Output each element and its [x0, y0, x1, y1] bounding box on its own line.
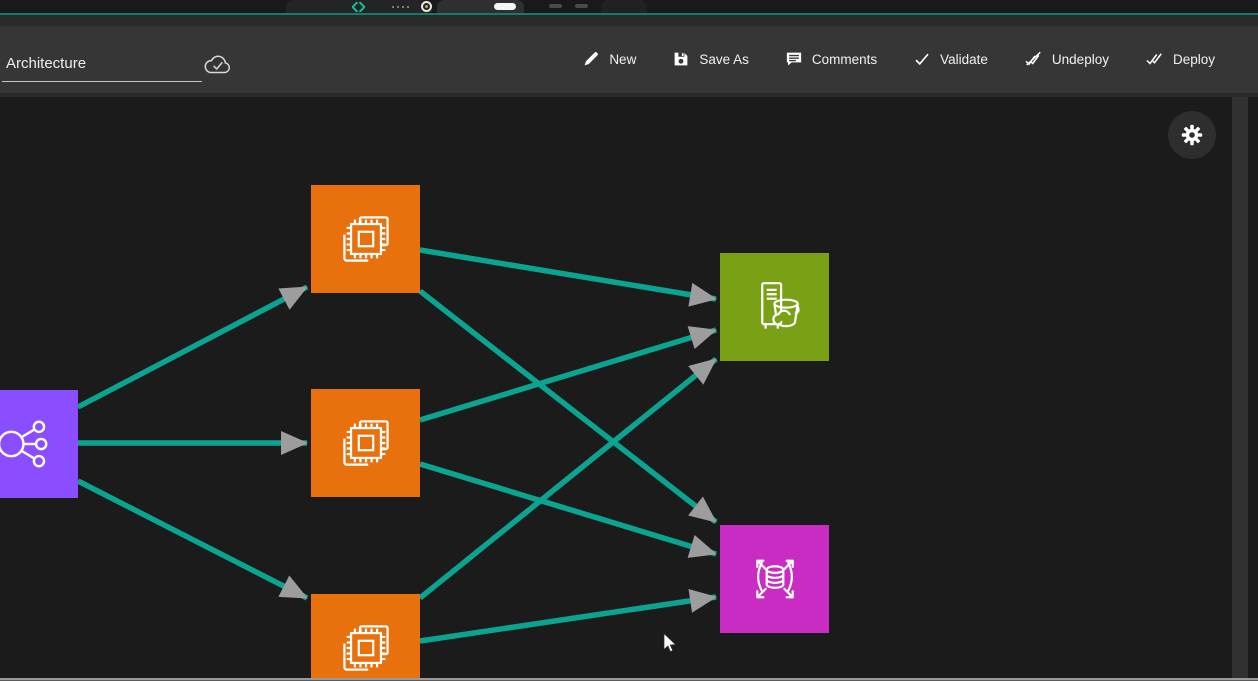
database-scaling-icon: [744, 548, 806, 610]
gear-icon: [1180, 123, 1204, 147]
storage-bucket-icon: [744, 276, 806, 338]
tab-text-fragment: [549, 4, 562, 8]
node-compute-instance[interactable]: [311, 594, 420, 681]
canvas-settings-button[interactable]: [1168, 111, 1216, 159]
diagram-canvas[interactable]: [0, 97, 1232, 681]
app-logo-icon: [352, 2, 365, 12]
new-button-label: New: [609, 52, 636, 67]
cloud-check-icon: [203, 52, 233, 78]
node-database[interactable]: [720, 525, 829, 633]
tab-text-fragment: [392, 6, 394, 8]
window-tab-strip: [0, 0, 1258, 13]
edge-compute-3-to-database[interactable]: [420, 597, 716, 641]
browser-tab-fragment[interactable]: [601, 0, 647, 13]
tab-text-fragment: [575, 4, 588, 8]
comments-button[interactable]: Comments: [785, 50, 877, 68]
new-button[interactable]: New: [582, 50, 636, 68]
diagram-title-input[interactable]: [2, 50, 202, 82]
validate-button[interactable]: Validate: [913, 50, 988, 68]
node-compute-instance[interactable]: [311, 389, 420, 497]
compute-chip-icon: [335, 412, 397, 474]
save-icon: [672, 50, 690, 68]
save-as-button[interactable]: Save As: [672, 50, 749, 68]
header-band: [0, 15, 1258, 26]
load-balancer-icon: [0, 413, 55, 475]
node-compute-instance[interactable]: [311, 185, 420, 293]
edge-compute-1-to-storage[interactable]: [420, 250, 716, 299]
undeploy-button[interactable]: Undeploy: [1024, 50, 1109, 68]
check-icon: [913, 50, 931, 68]
edge-load-balancer-to-compute-3[interactable]: [78, 481, 307, 598]
toolbar-actions: New Save As Comments Validate: [582, 42, 1215, 76]
deploy-button-label: Deploy: [1173, 52, 1215, 67]
node-storage[interactable]: [720, 253, 829, 361]
node-load-balancer[interactable]: [0, 390, 78, 498]
compute-chip-icon: [335, 208, 397, 270]
deploy-button[interactable]: Deploy: [1145, 50, 1215, 68]
pill-indicator: [494, 3, 516, 10]
pencil-icon: [582, 50, 600, 68]
save-as-button-label: Save As: [699, 52, 749, 67]
comments-icon: [785, 50, 803, 68]
diagram-edges: [0, 97, 1232, 681]
crossed-double-check-icon: [1024, 50, 1043, 68]
comments-button-label: Comments: [812, 52, 877, 67]
edge-load-balancer-to-compute-1[interactable]: [78, 287, 307, 407]
undeploy-button-label: Undeploy: [1052, 52, 1109, 67]
validate-button-label: Validate: [940, 52, 988, 67]
compute-chip-icon: [335, 617, 397, 679]
double-check-icon: [1145, 50, 1164, 68]
globe-icon: [421, 1, 432, 12]
vertical-scrollbar[interactable]: [1232, 97, 1248, 678]
